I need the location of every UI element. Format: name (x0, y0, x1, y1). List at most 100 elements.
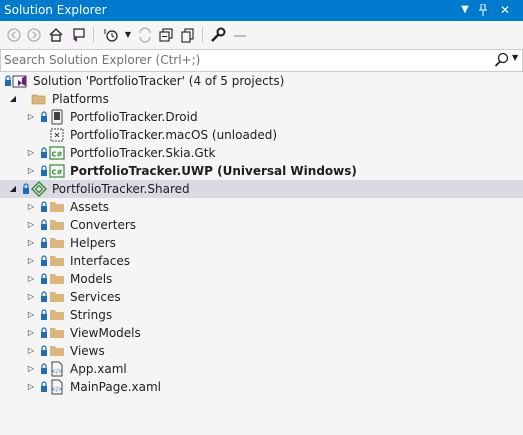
folder-label: Services (70, 290, 121, 304)
show-all-files-icon[interactable] (179, 26, 197, 44)
expand-arrow-icon[interactable]: ▷ (25, 290, 37, 304)
properties-icon[interactable] (209, 26, 227, 44)
folder-label: ViewModels (70, 326, 141, 340)
lock-icon (40, 309, 48, 321)
expand-arrow-icon[interactable]: ▷ (25, 326, 37, 340)
xaml-file-icon: </> (49, 379, 65, 395)
tree-row-uwp[interactable]: ▷ C# PortfolioTracker.UWP (Universal Win… (0, 162, 523, 180)
tree-row-folder[interactable]: ▷ ViewModels (0, 324, 523, 342)
tree-row-solution[interactable]: Solution 'PortfolioTracker' (4 of 5 proj… (0, 72, 523, 90)
tree-row-folder[interactable]: ▷ Models (0, 270, 523, 288)
folder-label: Views (70, 344, 105, 358)
solution-label: Solution 'PortfolioTracker' (4 of 5 proj… (33, 74, 285, 88)
lock-icon (40, 327, 48, 339)
expand-arrow-icon[interactable]: ▷ (25, 110, 37, 124)
expand-arrow-icon[interactable]: ▷ (25, 272, 37, 286)
startup-project-label: PortfolioTracker.UWP (Universal Windows) (70, 164, 357, 178)
folder-icon (49, 199, 65, 215)
svg-text:</>: </> (51, 386, 63, 393)
folder-label: Strings (70, 308, 113, 322)
expand-arrow-icon[interactable]: ▷ (25, 146, 37, 160)
tree-row-folder[interactable]: ▷ Assets (0, 198, 523, 216)
back-icon[interactable] (5, 26, 23, 44)
project-label: PortfolioTracker.Skia.Gtk (70, 146, 216, 160)
title-bar: Solution Explorer ▼ ✕ (0, 0, 523, 21)
folder-label: Converters (70, 218, 137, 232)
lock-icon (40, 381, 48, 393)
search-input[interactable] (4, 52, 484, 68)
close-icon[interactable]: ✕ (498, 2, 512, 18)
xaml-file-icon: </> (49, 361, 65, 377)
tree-row-skia-gtk[interactable]: ▷ C# PortfolioTracker.Skia.Gtk (0, 144, 523, 162)
expand-arrow-icon[interactable]: ▷ (25, 344, 37, 358)
shared-project-label: PortfolioTracker.Shared (52, 182, 190, 196)
collapse-arrow-icon[interactable]: ◢ (7, 92, 19, 106)
tree-row-macos[interactable]: PortfolioTracker.macOS (unloaded) (0, 126, 523, 144)
folder-label: Interfaces (70, 254, 130, 268)
home-icon[interactable] (47, 26, 65, 44)
lock-icon (40, 219, 48, 231)
tree-row-folder[interactable]: ▷ Interfaces (0, 252, 523, 270)
expand-arrow-icon[interactable]: ▷ (25, 218, 37, 232)
lock-icon (40, 291, 48, 303)
lock-icon (40, 201, 48, 213)
expand-arrow-icon[interactable]: ▷ (25, 164, 37, 178)
preview-icon[interactable] (231, 26, 249, 44)
search-icon[interactable] (494, 52, 510, 68)
android-project-icon (49, 109, 65, 125)
folder-icon (49, 307, 65, 323)
expand-arrow-icon[interactable]: ▷ (25, 200, 37, 214)
lock-icon (40, 273, 48, 285)
svg-text:C#: C# (51, 169, 62, 177)
collapse-arrow-icon[interactable]: ◢ (7, 182, 19, 196)
tree-row-folder[interactable]: ▷ Strings (0, 306, 523, 324)
collapse-all-icon[interactable] (157, 26, 175, 44)
pending-changes-filter-icon[interactable] (102, 26, 120, 44)
sync-icon[interactable] (136, 26, 154, 44)
svg-text:C#: C# (51, 151, 62, 159)
expand-arrow-icon[interactable]: ▷ (25, 362, 37, 376)
folder-icon (49, 271, 65, 287)
lock-icon (40, 237, 48, 249)
toolbar: ▼ (0, 21, 523, 49)
platforms-label: Platforms (52, 92, 109, 106)
lock-icon (40, 255, 48, 267)
dropdown-icon[interactable]: ▼ (458, 2, 472, 18)
folder-open-icon (31, 91, 47, 107)
solution-tree: Solution 'PortfolioTracker' (4 of 5 proj… (0, 72, 523, 435)
tree-row-platforms[interactable]: ◢ Platforms (0, 90, 523, 108)
csharp-project-icon: C# (49, 145, 65, 161)
tree-row-file[interactable]: ▷ </> App.xaml (0, 360, 523, 378)
lock-icon (4, 75, 12, 87)
tree-row-folder[interactable]: ▷ Services (0, 288, 523, 306)
toolbar-separator (93, 27, 94, 43)
filter-dropdown-icon[interactable]: ▼ (119, 26, 137, 44)
switch-views-icon[interactable] (70, 26, 88, 44)
forward-icon[interactable] (25, 26, 43, 44)
lock-icon (40, 147, 48, 159)
tree-row-folder[interactable]: ▷ Helpers (0, 234, 523, 252)
search-options-dropdown-icon[interactable]: ▼ (512, 53, 518, 62)
expand-arrow-icon[interactable]: ▷ (25, 254, 37, 268)
project-label: PortfolioTracker.macOS (unloaded) (70, 128, 278, 142)
expand-arrow-icon[interactable]: ▷ (25, 236, 37, 250)
pin-icon[interactable] (476, 2, 490, 18)
tree-row-shared[interactable]: ◢ PortfolioTracker.Shared (0, 180, 523, 198)
expand-arrow-icon[interactable]: ▷ (25, 308, 37, 322)
folder-label: Assets (70, 200, 110, 214)
search-box[interactable]: ▼ (0, 49, 523, 72)
folder-icon (49, 325, 65, 341)
file-label: App.xaml (70, 362, 127, 376)
folder-icon (49, 289, 65, 305)
tree-row-file[interactable]: ▷ </> MainPage.xaml (0, 378, 523, 396)
tree-row-droid[interactable]: ▷ PortfolioTracker.Droid (0, 108, 523, 126)
lock-icon (40, 363, 48, 375)
tree-row-folder[interactable]: ▷ Views (0, 342, 523, 360)
folder-icon (49, 235, 65, 251)
shared-project-icon (31, 181, 47, 197)
file-label: MainPage.xaml (70, 380, 161, 394)
tree-row-folder[interactable]: ▷ Converters (0, 216, 523, 234)
lock-icon (22, 183, 30, 195)
solution-icon (12, 73, 28, 89)
expand-arrow-icon[interactable]: ▷ (25, 380, 37, 394)
